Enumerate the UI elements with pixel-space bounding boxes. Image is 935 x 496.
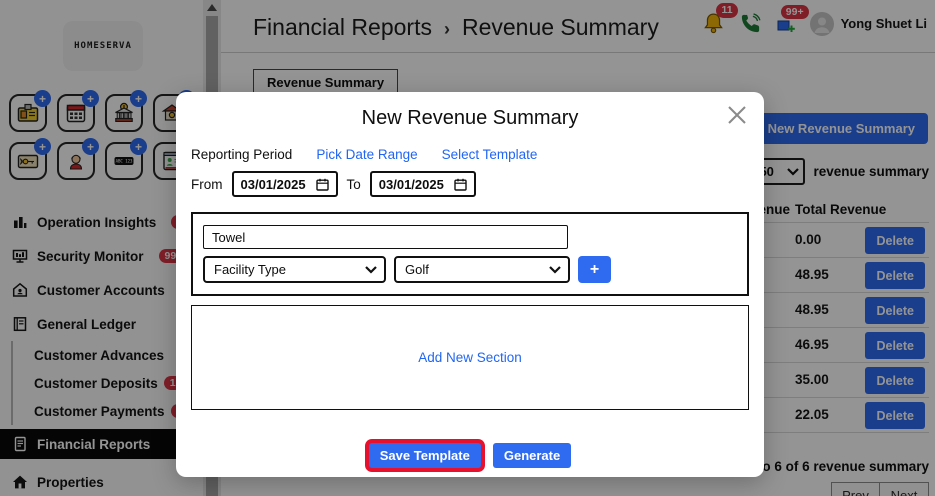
filter-type-select[interactable]: Facility Type: [203, 256, 386, 283]
from-label: From: [191, 177, 223, 192]
reporting-period-label: Reporting Period: [191, 147, 292, 162]
select-template-link[interactable]: Select Template: [442, 147, 538, 162]
add-section-box: Add New Section: [191, 305, 749, 410]
section-filter-row: Facility Type Golf +: [203, 256, 737, 283]
from-date-value[interactable]: [241, 177, 313, 192]
filter-value-select[interactable]: Golf: [394, 256, 570, 283]
add-filter-button[interactable]: +: [578, 256, 611, 283]
generate-button[interactable]: Generate: [493, 443, 571, 468]
to-label: To: [347, 177, 361, 192]
pick-date-range-link[interactable]: Pick Date Range: [316, 147, 417, 162]
modal-footer: Save Template Generate: [191, 443, 749, 468]
reporting-period-row: Reporting Period Pick Date Range Select …: [191, 147, 749, 162]
save-template-button[interactable]: Save Template: [369, 443, 481, 468]
close-icon[interactable]: [726, 104, 748, 126]
modal-title: New Revenue Summary: [191, 107, 749, 130]
new-revenue-summary-modal: New Revenue Summary Reporting Period Pic…: [176, 92, 764, 477]
to-date-value[interactable]: [379, 177, 451, 192]
from-date-input[interactable]: [232, 171, 338, 197]
date-range-row: From To: [191, 171, 749, 197]
report-section-box: Facility Type Golf +: [191, 212, 749, 296]
calendar-icon: [316, 178, 329, 191]
calendar-icon: [454, 178, 467, 191]
section-name-input[interactable]: [203, 225, 568, 249]
add-new-section-link[interactable]: Add New Section: [418, 350, 522, 365]
app-window: HOMESERVA +: [0, 0, 935, 496]
to-date-input[interactable]: [370, 171, 476, 197]
